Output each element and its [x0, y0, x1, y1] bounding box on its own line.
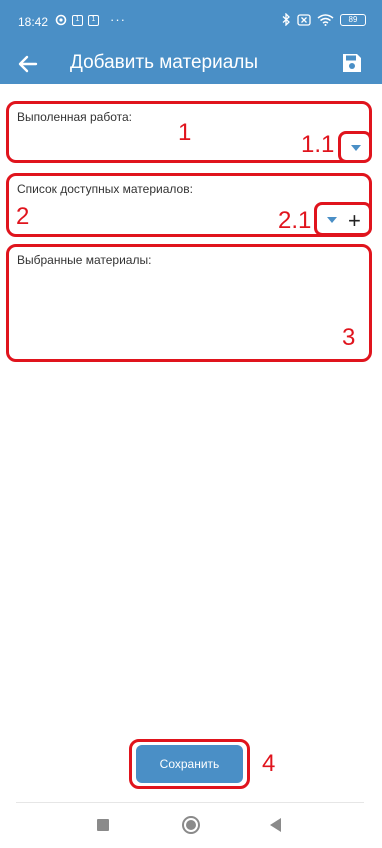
wifi-icon [317, 13, 334, 26]
app-bar: Добавить материалы [0, 44, 382, 84]
status-right-icons: 89 [282, 13, 366, 26]
stop-square-icon[interactable] [97, 819, 109, 831]
save-button-highlight: Сохранить [129, 739, 250, 789]
annotation-3: 3 [342, 324, 356, 351]
status-bar: 18:42 1 1 ··· 89 [0, 0, 382, 44]
selected-materials-field[interactable]: Выбранные материалы: [6, 244, 372, 362]
annotation-2: 2 [16, 203, 30, 230]
back-arrow-icon[interactable] [14, 50, 42, 78]
nav-divider [16, 802, 364, 803]
annotation-1-1: 1.1 [301, 131, 335, 158]
available-materials-actions: + [314, 202, 372, 236]
available-materials-label: Список доступных материалов: [17, 182, 193, 196]
page-title: Добавить материалы [70, 52, 259, 73]
notification-square-icon-2: 1 [88, 14, 99, 26]
selected-materials-label: Выбранные материалы: [17, 253, 152, 267]
save-disk-icon[interactable] [340, 51, 364, 75]
save-button[interactable]: Сохранить [136, 745, 243, 783]
navigation-bar [0, 804, 382, 848]
annotation-1: 1 [178, 119, 192, 146]
back-triangle-icon[interactable] [270, 818, 282, 832]
bluetooth-icon [282, 13, 290, 26]
dropdown-triangle-icon[interactable] [327, 217, 337, 223]
sim-off-icon [297, 13, 311, 26]
completed-work-label: Выполенная работа: [17, 110, 132, 124]
settings-gear-icon [55, 14, 67, 26]
home-circle-icon[interactable] [181, 815, 201, 835]
battery-icon: 89 [340, 13, 366, 26]
more-notifications-icon: ··· [110, 12, 126, 27]
completed-work-dropdown-button[interactable] [338, 131, 372, 163]
annotation-4: 4 [262, 750, 276, 777]
status-left-icons: 1 1 ··· [55, 12, 126, 27]
plus-icon[interactable]: + [348, 210, 361, 232]
status-time: 18:42 [18, 15, 49, 29]
dropdown-triangle-icon [351, 145, 361, 151]
annotation-2-1: 2.1 [278, 207, 312, 234]
notification-square-icon-1: 1 [72, 14, 83, 26]
